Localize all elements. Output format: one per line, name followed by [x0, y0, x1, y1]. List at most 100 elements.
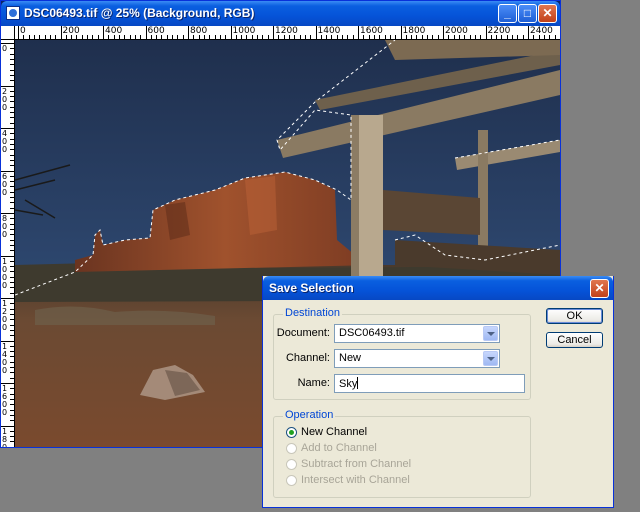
chevron-down-icon[interactable] — [483, 351, 498, 366]
document-title: DSC06493.tif @ 25% (Background, RGB) — [24, 6, 255, 20]
ruler-minor-tick — [342, 35, 344, 39]
ruler-minor-tick — [10, 165, 14, 167]
ruler-minor-tick — [10, 218, 14, 220]
close-button[interactable]: ✕ — [538, 4, 557, 23]
ruler-minor-tick — [453, 35, 455, 39]
ruler-minor-tick — [198, 35, 200, 39]
ruler-minor-tick — [10, 112, 14, 114]
ruler-minor-tick — [118, 35, 120, 39]
ruler-minor-tick — [512, 35, 514, 39]
ruler-left-label: 0 — [2, 44, 8, 53]
ruler-minor-tick — [113, 35, 115, 39]
ruler-major-tick — [145, 26, 147, 39]
text-caret — [357, 377, 359, 389]
ruler-minor-tick — [501, 35, 503, 39]
ruler-minor-tick — [10, 414, 14, 416]
radio-add-to-channel-label: Add to Channel — [301, 442, 377, 454]
ruler-minor-tick — [177, 35, 179, 39]
ruler-minor-tick — [10, 276, 14, 278]
ruler-minor-tick — [92, 35, 94, 39]
ruler-minor-tick — [10, 58, 14, 60]
ruler-minor-tick — [10, 367, 14, 369]
ruler-minor-tick — [10, 223, 14, 225]
ruler-minor-tick — [257, 35, 259, 39]
ruler-minor-tick — [71, 35, 73, 39]
channel-name-input[interactable]: Sky — [334, 374, 525, 393]
ruler-minor-tick — [299, 35, 301, 39]
dialog-titlebar[interactable]: Save Selection ✕ — [263, 276, 613, 300]
ruler-minor-tick — [10, 74, 14, 76]
ruler-minor-tick — [10, 138, 14, 140]
vertical-ruler[interactable]: 0 200 400 600 800 1000 1200 1400 1600 1800 — [1, 40, 15, 447]
radio-icon — [286, 475, 297, 486]
ruler-minor-tick — [10, 234, 14, 236]
ruler-minor-tick — [65, 35, 67, 39]
document-select[interactable]: DSC06493.tif — [334, 324, 500, 343]
ruler-minor-tick — [10, 53, 14, 55]
ruler-minor-tick — [10, 175, 14, 177]
ruler-minor-tick — [480, 35, 482, 39]
ruler-minor-tick — [166, 35, 168, 39]
ruler-minor-tick — [421, 35, 423, 39]
ruler-minor-tick — [405, 35, 407, 39]
ruler-minor-tick — [10, 430, 14, 432]
ruler-minor-tick — [10, 90, 14, 92]
ruler-left-label: 1000 — [2, 256, 8, 290]
ruler-left-label: 400 — [2, 129, 8, 154]
ruler-minor-tick — [10, 202, 14, 204]
ruler-minor-tick — [10, 260, 14, 262]
radio-intersect-with-channel-label: Intersect with Channel — [301, 474, 410, 486]
ruler-minor-tick — [134, 35, 136, 39]
ruler-minor-tick — [320, 35, 322, 39]
radio-subtract-from-channel-label: Subtract from Channel — [301, 458, 412, 470]
ruler-minor-tick — [432, 35, 434, 39]
photoshop-document-icon[interactable] — [6, 6, 20, 20]
ruler-minor-tick — [352, 35, 354, 39]
document-titlebar[interactable]: DSC06493.tif @ 25% (Background, RGB) _ □… — [1, 1, 560, 26]
chevron-down-icon[interactable] — [483, 326, 498, 341]
ruler-minor-tick — [347, 35, 349, 39]
ruler-minor-tick — [458, 35, 460, 39]
ruler-minor-tick — [538, 35, 540, 39]
ok-button[interactable]: OK — [546, 308, 603, 324]
radio-checked-icon[interactable] — [286, 427, 297, 438]
channel-name-value: Sky — [339, 378, 358, 390]
ruler-minor-tick — [10, 388, 14, 390]
ruler-minor-tick — [368, 35, 370, 39]
maximize-button[interactable]: □ — [518, 4, 537, 23]
radio-icon — [286, 443, 297, 454]
operation-group: Operation New Channel Add to Channel Sub… — [273, 409, 531, 498]
ruler-minor-tick — [55, 35, 57, 39]
ruler-minor-tick — [10, 356, 14, 358]
ruler-minor-tick — [10, 159, 14, 161]
ruler-minor-tick — [336, 35, 338, 39]
ruler-minor-tick — [294, 35, 296, 39]
ruler-minor-tick — [10, 271, 14, 273]
dialog-close-button[interactable]: ✕ — [590, 279, 609, 298]
channel-select[interactable]: New — [334, 349, 500, 368]
ruler-minor-tick — [10, 319, 14, 321]
ruler-minor-tick — [81, 35, 83, 39]
horizontal-ruler[interactable]: 0 200 400 600 800 1000 1200 1400 1600 1800 2000 220… — [15, 26, 560, 40]
ruler-minor-tick — [140, 35, 142, 39]
ruler-minor-tick — [389, 35, 391, 39]
ruler-minor-tick — [219, 35, 221, 39]
ruler-major-tick — [188, 26, 189, 39]
destination-legend: Destination — [283, 307, 343, 319]
cancel-button[interactable]: Cancel — [546, 332, 603, 348]
ruler-minor-tick — [267, 35, 269, 39]
ruler-minor-tick — [10, 186, 14, 188]
ruler-minor-tick — [49, 35, 51, 39]
ruler-minor-tick — [10, 149, 14, 151]
ruler-minor-tick — [225, 35, 227, 39]
ruler-minor-tick — [416, 35, 418, 39]
ruler-minor-tick — [10, 64, 14, 66]
ruler-minor-tick — [10, 436, 14, 438]
ruler-minor-tick — [10, 80, 14, 82]
ruler-minor-tick — [108, 35, 110, 39]
ruler-origin[interactable] — [1, 26, 15, 40]
ruler-minor-tick — [10, 69, 14, 71]
minimize-icon: _ — [504, 6, 511, 20]
ruler-minor-tick — [246, 35, 248, 39]
minimize-button[interactable]: _ — [498, 4, 517, 23]
